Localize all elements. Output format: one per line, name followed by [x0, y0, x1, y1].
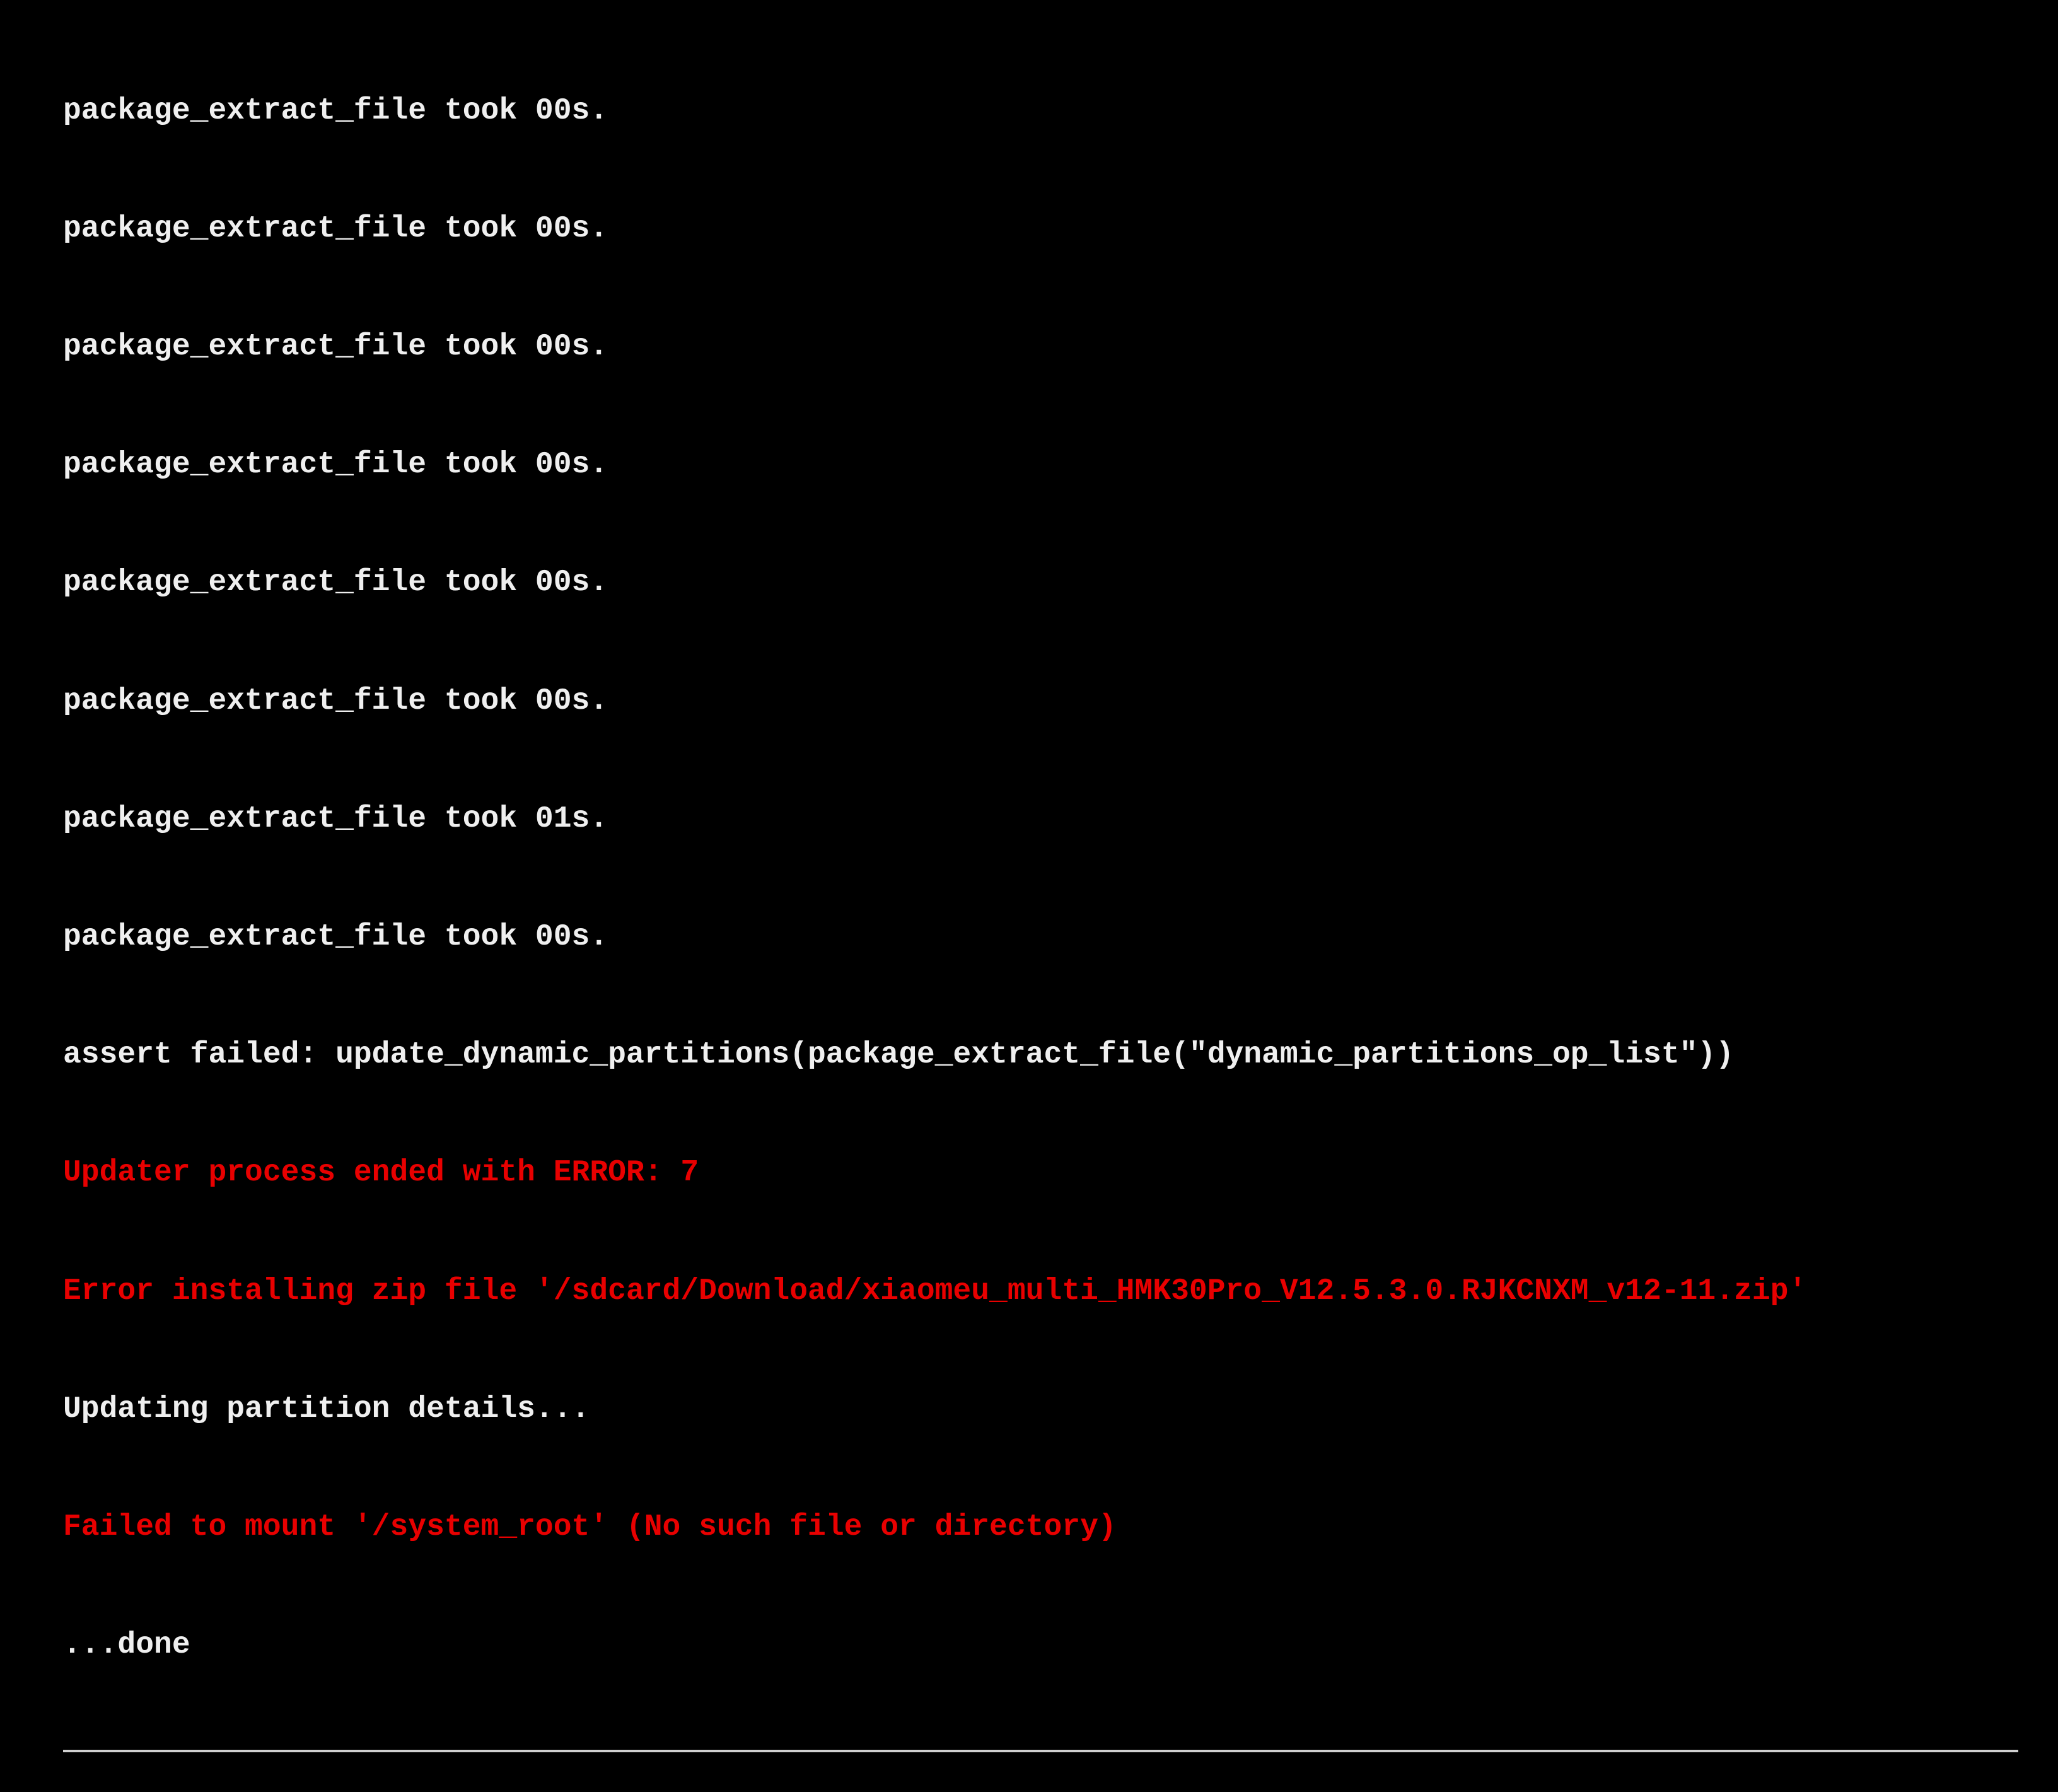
log-line-error-code: Updater process ended with ERROR: 7 [63, 1153, 2058, 1192]
log-line-mount-failed: Failed to mount '/system_root' (No such … [63, 1508, 2058, 1547]
log-line: package_extract_file took 00s. [63, 91, 2058, 131]
log-line: package_extract_file took 00s. [63, 563, 2058, 602]
log-line: package_extract_file took 00s. [63, 327, 2058, 366]
log-line: package_extract_file took 00s. [63, 445, 2058, 484]
log-line: package_extract_file took 00s. [63, 209, 2058, 248]
log-line-error-install: Error installing zip file '/sdcard/Downl… [63, 1272, 2058, 1311]
terminal-output: package_extract_file took 00s. package_e… [63, 13, 2058, 1792]
log-line: package_extract_file took 01s. [63, 800, 2058, 839]
divider-line [63, 1750, 2018, 1752]
log-line-done: ...done [63, 1626, 2058, 1665]
log-line: package_extract_file took 00s. [63, 917, 2058, 957]
log-line: package_extract_file took 00s. [63, 682, 2058, 721]
log-line-updating: Updating partition details... [63, 1390, 2058, 1429]
log-line-assert-failed: assert failed: update_dynamic_partitions… [63, 1035, 2058, 1074]
